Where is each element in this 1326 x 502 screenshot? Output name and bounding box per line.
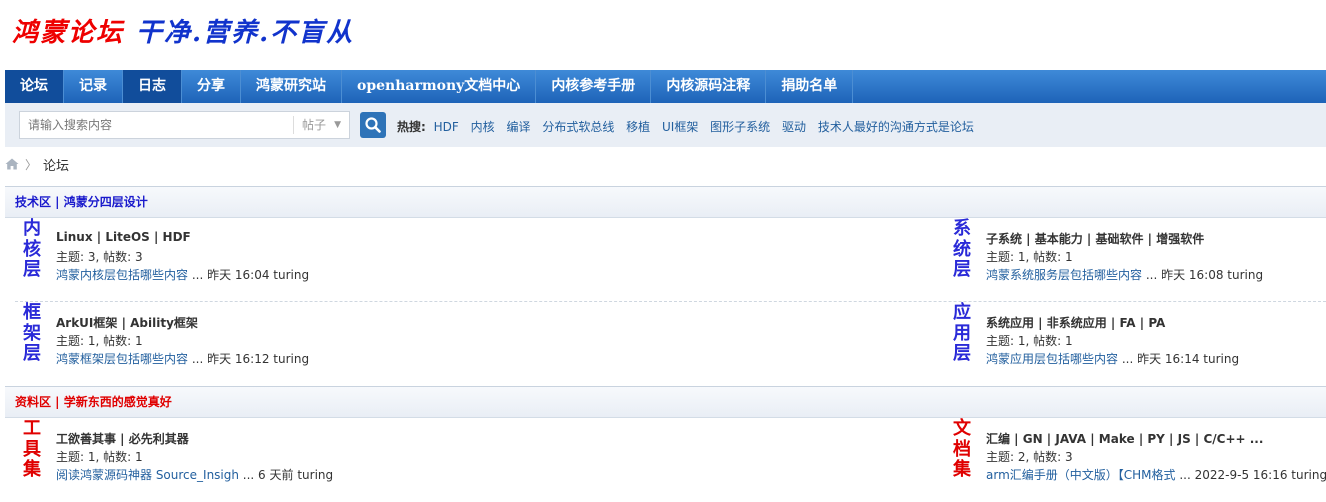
nav-item-kernel-source[interactable]: 内核源码注释 xyxy=(651,70,767,103)
chevron-right-icon: 〉 xyxy=(25,157,38,172)
forum-icon-label[interactable]: 工具集 xyxy=(20,418,44,481)
row-divider xyxy=(15,301,1326,302)
forum-last-post: arm汇编手册（中文版）【CHM格式 ... 2022-9-5 16:16 tu… xyxy=(986,466,1326,483)
breadcrumb-current[interactable]: 论坛 xyxy=(43,155,69,174)
forum-stats: 主题: 1, 帖数: 1 xyxy=(986,250,1073,264)
nav-item-journal[interactable]: 日志 xyxy=(123,70,182,103)
forum-stats: 主题: 3, 帖数: 3 xyxy=(56,250,143,264)
nav-item-docs[interactable]: openharmony文档中心 xyxy=(342,70,537,103)
search-type-label: 帖子 xyxy=(302,118,327,132)
forum-icon-label[interactable]: 内核层 xyxy=(20,218,44,281)
forum-item: 系统层 子系统 | 基本能力 | 基础软件 | 增强软件 主题: 1, 帖数: … xyxy=(950,218,1320,301)
forum-last-post: 阅读鸿蒙源码神器 Source_Insigh ... 6 天前 turing xyxy=(56,466,333,483)
nav-item-kernel-manual[interactable]: 内核参考手册 xyxy=(536,70,652,103)
last-thread-link[interactable]: 鸿蒙框架层包括哪些内容 xyxy=(56,352,188,366)
hot-link[interactable]: 内核 xyxy=(471,120,495,134)
last-post-meta: ... 6 天前 turing xyxy=(238,468,334,482)
last-thread-link[interactable]: 鸿蒙内核层包括哪些内容 xyxy=(56,268,188,282)
forum-stats: 主题: 2, 帖数: 3 xyxy=(986,450,1073,464)
hot-link[interactable]: UI框架 xyxy=(662,120,698,134)
hot-searches: 热搜: HDF 内核 编译 分布式软总线 移植 UI框架 图形子系统 驱动 技术… xyxy=(397,118,982,135)
forum-icon-label[interactable]: 系统层 xyxy=(950,218,974,281)
forum-last-post: 鸿蒙系统服务层包括哪些内容 ... 昨天 16:08 turing xyxy=(986,266,1263,283)
logo-name: 鸿蒙论坛 xyxy=(12,17,125,48)
site-logo[interactable]: 鸿蒙论坛 干净.营养.不盲从 xyxy=(12,12,354,48)
last-post-meta: ... 昨天 16:04 turing xyxy=(188,268,310,282)
last-post-meta: ... 昨天 16:12 turing xyxy=(188,352,310,366)
section-header[interactable]: 技术区 | 鸿蒙分四层设计 xyxy=(5,186,1326,218)
forum-icon-label[interactable]: 应用层 xyxy=(950,302,974,365)
forum-title[interactable]: 工欲善其事 | 必先利其器 xyxy=(56,430,189,447)
hot-link[interactable]: 编译 xyxy=(506,120,530,134)
forum-item: 文档集 汇编 | GN | JAVA | Make | PY | JS | C/… xyxy=(950,418,1326,501)
main-nav: 论坛 记录 日志 分享 鸿蒙研究站 openharmony文档中心 内核参考手册… xyxy=(5,70,1326,103)
forum-title[interactable]: ArkUI框架 | Ability框架 xyxy=(56,314,198,331)
logo-slogan: 干净.营养.不盲从 xyxy=(136,17,355,48)
hot-link[interactable]: 技术人最好的沟通方式是论坛 xyxy=(818,120,974,134)
forum-title[interactable]: 汇编 | GN | JAVA | Make | PY | JS | C/C++ … xyxy=(986,430,1263,447)
last-thread-link[interactable]: 鸿蒙系统服务层包括哪些内容 xyxy=(986,268,1142,282)
hot-link[interactable]: 驱动 xyxy=(782,120,806,134)
search-icon xyxy=(365,117,381,133)
last-thread-link[interactable]: 阅读鸿蒙源码神器 Source_Insigh xyxy=(56,468,239,482)
forum-title[interactable]: 系统应用 | 非系统应用 | FA | PA xyxy=(986,314,1165,331)
forum-last-post: 鸿蒙内核层包括哪些内容 ... 昨天 16:04 turing xyxy=(56,266,309,283)
breadcrumb: 〉 论坛 xyxy=(5,155,69,174)
forum-item: 内核层 Linux | LiteOS | HDF 主题: 3, 帖数: 3 鸿蒙… xyxy=(20,218,620,301)
search-input[interactable] xyxy=(20,112,292,138)
caret-down-icon: ▼ xyxy=(334,120,341,130)
search-type-select[interactable]: 帖子 ▼ xyxy=(293,116,349,134)
forum-icon-label[interactable]: 文档集 xyxy=(950,418,974,481)
last-post-meta: ... 昨天 16:14 turing xyxy=(1118,352,1240,366)
nav-item-share[interactable]: 分享 xyxy=(182,70,241,103)
search-box: 帖子 ▼ xyxy=(19,111,350,139)
forum-icon-label[interactable]: 框架层 xyxy=(20,302,44,365)
forum-stats: 主题: 1, 帖数: 1 xyxy=(56,334,143,348)
last-post-meta: ... 2022-9-5 16:16 turing xyxy=(1175,468,1326,482)
last-thread-link[interactable]: arm汇编手册（中文版）【CHM格式 xyxy=(986,468,1176,482)
forum-stats: 主题: 1, 帖数: 1 xyxy=(986,334,1073,348)
hot-link[interactable]: HDF xyxy=(434,120,459,134)
search-bar: 帖子 ▼ 热搜: HDF 内核 编译 分布式软总线 移植 UI框架 图形子系统 … xyxy=(5,103,1326,147)
forum-item: 工具集 工欲善其事 | 必先利其器 主题: 1, 帖数: 1 阅读鸿蒙源码神器 … xyxy=(20,418,620,501)
nav-item-forum[interactable]: 论坛 xyxy=(5,70,64,103)
nav-item-donors[interactable]: 捐助名单 xyxy=(766,70,854,103)
forum-title[interactable]: Linux | LiteOS | HDF xyxy=(56,230,191,244)
home-icon[interactable] xyxy=(5,158,19,170)
last-thread-link[interactable]: 鸿蒙应用层包括哪些内容 xyxy=(986,352,1118,366)
forum-item: 框架层 ArkUI框架 | Ability框架 主题: 1, 帖数: 1 鸿蒙框… xyxy=(20,302,620,385)
section-header[interactable]: 资料区 | 学新东西的感觉真好 xyxy=(5,386,1326,418)
hot-link[interactable]: 移植 xyxy=(626,120,650,134)
forum-stats: 主题: 1, 帖数: 1 xyxy=(56,450,143,464)
hot-link[interactable]: 分布式软总线 xyxy=(542,120,614,134)
nav-item-records[interactable]: 记录 xyxy=(64,70,123,103)
forum-last-post: 鸿蒙框架层包括哪些内容 ... 昨天 16:12 turing xyxy=(56,350,309,367)
hot-link[interactable]: 图形子系统 xyxy=(710,120,770,134)
search-button[interactable] xyxy=(360,112,386,138)
forum-item: 应用层 系统应用 | 非系统应用 | FA | PA 主题: 1, 帖数: 1 … xyxy=(950,302,1320,385)
forum-last-post: 鸿蒙应用层包括哪些内容 ... 昨天 16:14 turing xyxy=(986,350,1239,367)
nav-item-research[interactable]: 鸿蒙研究站 xyxy=(241,70,342,103)
last-post-meta: ... 昨天 16:08 turing xyxy=(1142,268,1264,282)
forum-title[interactable]: 子系统 | 基本能力 | 基础软件 | 增强软件 xyxy=(986,230,1204,247)
hot-label: 热搜: xyxy=(397,120,426,134)
